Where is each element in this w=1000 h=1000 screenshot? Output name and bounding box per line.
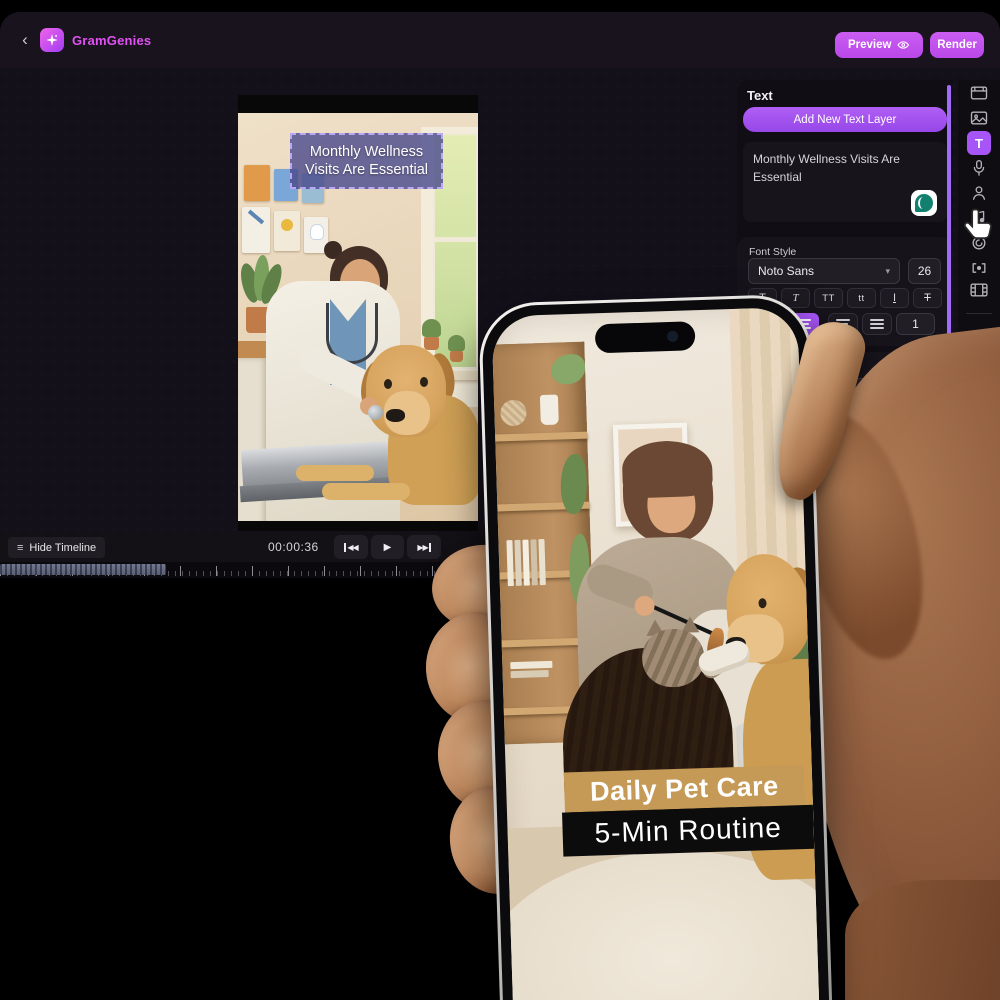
text-tool-icon[interactable]: T	[967, 131, 991, 155]
hide-timeline-button[interactable]: ≡ Hide Timeline	[8, 537, 105, 558]
phone-bezel: Daily Pet Care 5-Min Routine	[481, 297, 831, 1000]
timeline-clip[interactable]	[0, 564, 166, 575]
stage: ‹ GramGenies Preview Render	[0, 0, 1000, 1000]
phone-screen: Daily Pet Care 5-Min Routine	[491, 307, 821, 1000]
writing-assistant-icon[interactable]	[911, 190, 937, 216]
chevron-down-icon: ▾	[885, 266, 890, 277]
list-icon: ≡	[17, 542, 23, 554]
image-icon[interactable]	[969, 108, 989, 128]
panel-title: Text	[747, 88, 773, 103]
font-family-select[interactable]: Noto Sans ▾	[748, 258, 900, 284]
skip-forward-icon: ▶▶	[417, 543, 430, 552]
film-icon[interactable]	[969, 280, 989, 300]
lowercase-button[interactable]: tt	[847, 288, 876, 308]
eye-icon	[897, 38, 910, 52]
microphone-icon[interactable]	[969, 158, 989, 178]
basket	[500, 400, 527, 427]
uppercase-button[interactable]: TT	[814, 288, 843, 308]
shelf-pot	[540, 395, 559, 426]
font-family-value: Noto Sans	[758, 264, 814, 278]
add-text-layer-button[interactable]: Add New Text Layer	[743, 107, 947, 132]
stethoscope-disc	[368, 405, 383, 420]
wall-poster-orange	[244, 165, 270, 201]
canvas-overlay-text: Monthly Wellness Visits Are Essential	[303, 143, 431, 179]
align-justify-button[interactable]	[862, 313, 892, 335]
app-title: GramGenies	[72, 33, 151, 48]
play-icon: ▶	[384, 542, 392, 553]
hand-pointer-cursor	[960, 206, 998, 244]
wall-poster-syringe	[242, 207, 270, 253]
preview-button[interactable]: Preview	[835, 32, 923, 58]
wall-poster-badge	[274, 211, 300, 251]
skip-back-icon: ◀◀	[344, 543, 357, 552]
media-icon[interactable]	[969, 83, 989, 103]
back-button[interactable]: ‹	[12, 28, 38, 52]
font-style-label: Font Style	[749, 246, 796, 258]
font-size-input[interactable]: 26	[908, 258, 941, 284]
dynamic-island	[595, 321, 696, 353]
underline-button[interactable]: I	[880, 288, 909, 308]
strip-divider	[966, 313, 992, 314]
line-spacing-input[interactable]: 1	[896, 313, 935, 335]
video-canvas[interactable]: Monthly Wellness Visits Are Essential	[238, 95, 478, 531]
play-button[interactable]: ▶	[371, 535, 404, 559]
windowsill-pot	[450, 351, 463, 362]
render-button[interactable]: Render	[930, 32, 984, 58]
hand-wrist	[845, 880, 1000, 1000]
avatar-icon[interactable]	[969, 183, 989, 203]
camera-dot	[667, 331, 678, 342]
skip-back-button[interactable]: ◀◀	[334, 535, 368, 559]
skip-forward-button[interactable]: ▶▶	[407, 535, 441, 559]
strikethrough-button[interactable]: T	[913, 288, 942, 308]
timecode: 00:00:36	[268, 540, 332, 554]
phone: Daily Pet Care 5-Min Routine	[478, 294, 834, 1000]
top-bar: ‹ GramGenies Preview Render	[0, 12, 1000, 69]
app-logo-icon	[40, 28, 64, 52]
phone-banner-subtitle: 5-Min Routine	[562, 805, 814, 857]
selected-text-layer[interactable]: Monthly Wellness Visits Are Essential	[290, 133, 443, 189]
windowsill-pot	[424, 337, 439, 350]
transition-icon[interactable]	[969, 258, 989, 278]
